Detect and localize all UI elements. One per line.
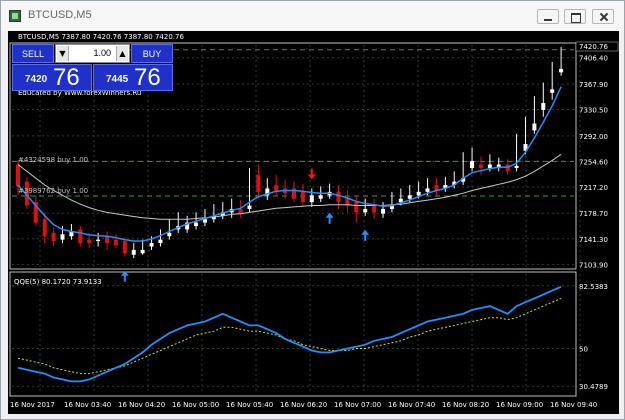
candle-body: [541, 103, 546, 110]
candle-body: [96, 239, 101, 242]
chart-grid: [12, 45, 581, 394]
candle-body: [16, 164, 20, 187]
candle-body: [336, 191, 341, 203]
moving-averages: [17, 86, 562, 242]
candle-body: [256, 174, 261, 192]
price-axis-label: 7178.70: [579, 210, 608, 218]
lots-decrease-icon[interactable]: ▼: [57, 46, 69, 61]
time-axis-label: 16 Nov 06:20: [280, 401, 327, 409]
candle-body: [514, 165, 519, 168]
candle-body: [60, 234, 65, 240]
price-axis-label: 7254.60: [579, 158, 608, 166]
price-axis-label: 7330.50: [579, 107, 608, 115]
order-label-1: #4324598 buy 1.00: [18, 156, 88, 164]
candle-body: [149, 243, 154, 247]
time-axis-label: 16 Nov 2017: [10, 401, 55, 409]
qqe-slow-line: [17, 297, 562, 375]
candle-body: [42, 219, 47, 237]
time-axis-label: 16 Nov 05:00: [172, 401, 219, 409]
sell-price-small: 7420: [25, 74, 48, 85]
lots-value: 1.00: [93, 48, 111, 58]
chart-window-icon: [9, 10, 21, 22]
order-label-2: #3989762 buy 1.00: [18, 187, 88, 195]
candle-body: [363, 208, 368, 213]
candle-body: [559, 68, 564, 73]
price-axis-label: 7141.30: [579, 236, 608, 244]
candle-body: [309, 195, 314, 203]
candle-body: [194, 222, 199, 227]
qqe-fast-line: [17, 285, 562, 383]
candle-body: [478, 164, 483, 168]
buy-price-small: 7445: [106, 74, 129, 85]
close-button[interactable]: [592, 9, 614, 24]
maximize-button[interactable]: [564, 9, 586, 24]
sell-price-button[interactable]: 7420 76: [12, 64, 92, 91]
candle-body: [532, 123, 537, 131]
sell-price-big: 76: [53, 64, 80, 91]
candle-body: [425, 188, 430, 192]
minimize-button[interactable]: [537, 9, 559, 24]
time-axis-label: 16 Nov 07:40: [388, 401, 435, 409]
chart-window: BTCUSD,M5 7420.76 7406.40 7367.90 7330.50 72…: [0, 0, 625, 420]
price-axis-label: 7406.40: [579, 55, 608, 63]
qqe-indicator-lines: [17, 285, 562, 383]
candle-body: [87, 239, 92, 244]
time-axis-label: 16 Nov 04:20: [118, 401, 165, 409]
current-price-value: 7420.76: [579, 43, 608, 51]
candle-body: [247, 205, 252, 209]
time-axis-label: 16 Nov 09:40: [550, 401, 597, 409]
candle-body: [158, 239, 163, 244]
time-axis-label: 16 Nov 07:00: [334, 401, 381, 409]
candle-body: [318, 195, 323, 199]
candle-body: [372, 205, 377, 213]
indicator-axis-label: 50: [579, 346, 588, 354]
time-axis-label: 16 Nov 08:20: [442, 401, 489, 409]
candle-body: [470, 161, 475, 168]
candle-body: [300, 191, 305, 203]
price-axis-label: 7103.90: [579, 261, 608, 269]
title-bar: BTCUSD,M5: [1, 1, 624, 31]
indicator-axis-label: 30.4789: [579, 383, 608, 391]
price-axis-label: 7217.20: [579, 184, 608, 192]
buy-button[interactable]: BUY: [131, 44, 173, 63]
candle-body: [105, 236, 110, 244]
up-arrow-icon: [325, 212, 334, 224]
indicator-title: QQE(5) 80.1720 73.9133: [14, 278, 102, 286]
candle-body: [131, 249, 136, 255]
candle-body: [550, 89, 555, 93]
price-axis-label: 7367.90: [579, 81, 608, 89]
lots-increase-icon[interactable]: ▲: [116, 46, 128, 61]
candle-body: [51, 232, 56, 242]
time-axis: 16 Nov 2017 16 Nov 03:40 16 Nov 04:20 16 No…: [10, 401, 597, 409]
candle-body: [381, 208, 386, 214]
buy-price-button[interactable]: 7445 76: [93, 64, 173, 91]
chart-header: BTCUSD,M5 7387.80 7420.76 7387.80 7420.7…: [18, 33, 184, 41]
one-click-trading-panel: SELL ▼ 1.00 ▲ BUY 7420 76 7445 76: [12, 44, 173, 91]
price-axis-label: 7292.00: [579, 133, 608, 141]
candle-body: [140, 249, 145, 254]
candle-body: [167, 232, 172, 237]
window-title: BTCUSD,M5: [28, 9, 92, 21]
candle-body: [113, 239, 118, 246]
fast-ma-line: [17, 86, 562, 242]
price-axis: 7420.76 7406.40 7367.90 7330.50 7292.00 7254.…: [575, 41, 619, 391]
candle-body: [78, 229, 83, 244]
time-axis-label: 16 Nov 03:40: [64, 401, 111, 409]
buy-price-big: 76: [134, 64, 161, 91]
candle-body: [487, 164, 492, 168]
down-arrow-icon: [307, 168, 316, 180]
time-axis-label: 16 Nov 05:40: [226, 401, 273, 409]
sell-button[interactable]: SELL: [12, 44, 54, 63]
slow-ma-line: [17, 153, 562, 220]
candle-body: [354, 202, 359, 213]
time-axis-label: 16 Nov 09:00: [496, 401, 543, 409]
candle-body: [407, 195, 412, 199]
candle-body: [416, 191, 421, 196]
indicator-axis-label: 82.5383: [579, 283, 608, 291]
lots-input[interactable]: ▼ 1.00 ▲: [55, 44, 130, 63]
candle-body: [122, 241, 127, 254]
